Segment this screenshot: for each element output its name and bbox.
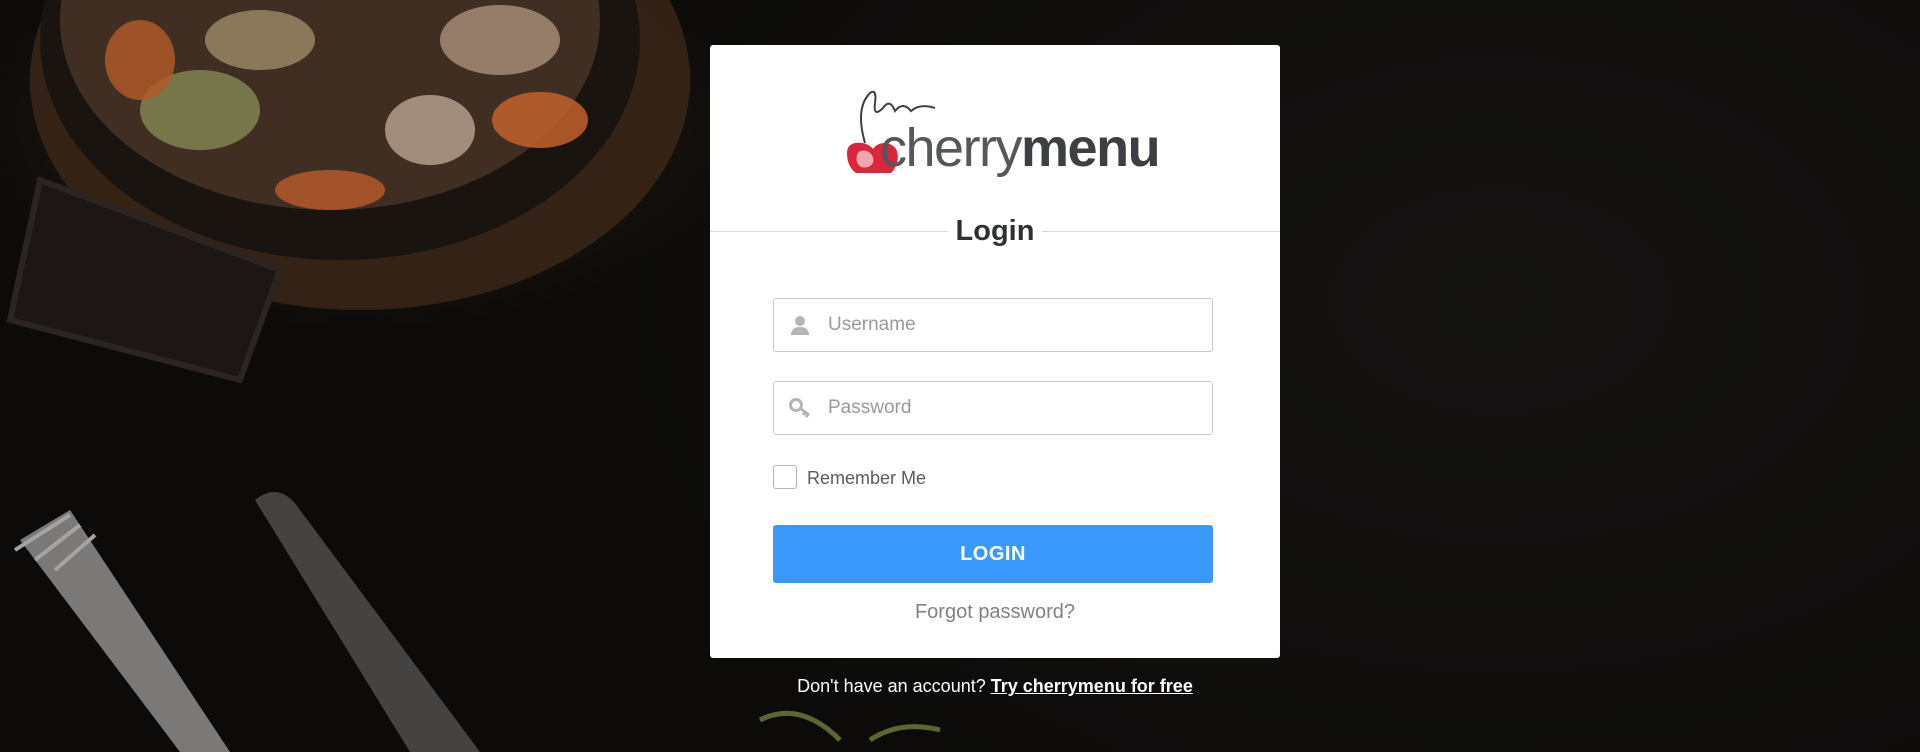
brand-name-part1: cherry <box>880 118 1023 178</box>
brand-wordmark: cherrymenu <box>880 118 1161 178</box>
login-title-text: Login <box>947 212 1043 250</box>
login-button[interactable]: LOGIN <box>773 525 1213 583</box>
remember-me-checkbox[interactable] <box>773 465 797 489</box>
key-icon <box>789 398 810 418</box>
signup-prompt: Don't have an account? Try cherrymenu fo… <box>710 676 1280 697</box>
signup-link[interactable]: Try cherrymenu for free <box>991 676 1193 696</box>
login-card: cherrymenu Login Remember Me LOGIN Forgo… <box>710 45 1280 658</box>
password-input[interactable] <box>826 382 1200 434</box>
username-field[interactable] <box>773 298 1213 352</box>
page-title: Login <box>710 212 1280 250</box>
brand-name-part2: menu <box>1021 118 1161 178</box>
remember-me-label[interactable]: Remember Me <box>807 468 926 489</box>
username-input[interactable] <box>826 299 1200 351</box>
user-icon <box>791 316 809 335</box>
password-field[interactable] <box>773 381 1213 435</box>
forgot-password-link[interactable]: Forgot password? <box>710 601 1280 624</box>
signup-prompt-text: Don't have an account? <box>797 676 986 696</box>
